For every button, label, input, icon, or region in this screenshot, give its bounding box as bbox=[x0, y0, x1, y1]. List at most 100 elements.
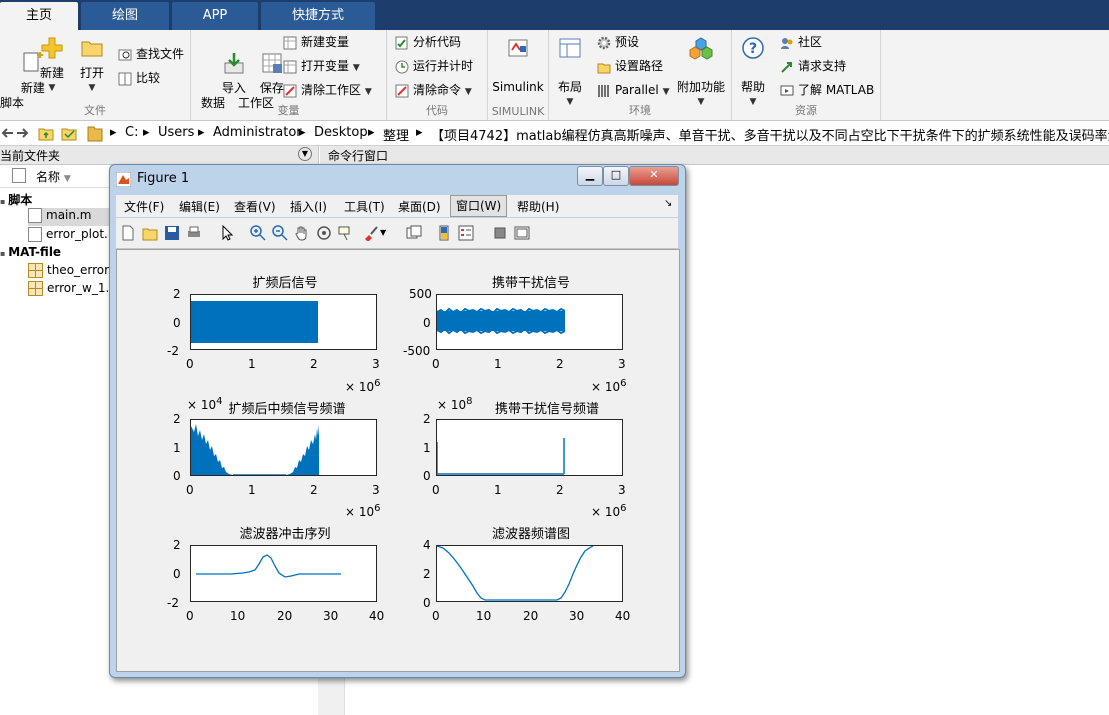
select-arrow-icon[interactable] bbox=[220, 225, 236, 241]
subplot-6-ytick: 2 bbox=[423, 567, 431, 581]
print-icon[interactable] bbox=[186, 225, 202, 241]
brush-dropdown-icon[interactable]: ▼ bbox=[380, 228, 396, 244]
breadcrumb-desktop[interactable]: Desktop bbox=[314, 125, 368, 140]
group-mat-files[interactable]: ▪ MAT-file bbox=[0, 245, 61, 259]
undock-icon[interactable]: ↘ bbox=[664, 198, 672, 209]
find-files-button[interactable]: 查找文件 bbox=[118, 44, 184, 64]
figure-toolbar: ▼ bbox=[116, 218, 678, 249]
layout-button[interactable]: 布局 ▼ bbox=[555, 36, 585, 110]
subplot-3-xtick: 2 bbox=[310, 483, 318, 497]
tab-apps[interactable]: APP bbox=[172, 2, 258, 30]
zoom-in-icon[interactable] bbox=[250, 225, 266, 241]
open-button[interactable]: 打开 ▼ bbox=[78, 36, 106, 96]
subplot-5-title: 滤波器冲击序列 bbox=[239, 527, 331, 542]
minimize-button[interactable]: ▁ bbox=[577, 166, 603, 186]
command-window-title: 命令行窗口 bbox=[328, 149, 389, 163]
rotate-3d-icon[interactable] bbox=[316, 225, 332, 241]
breadcrumb-users[interactable]: Users bbox=[158, 125, 194, 140]
show-plot-tools-icon[interactable] bbox=[514, 225, 530, 241]
insert-legend-icon[interactable] bbox=[458, 225, 474, 241]
set-path-button[interactable]: 设置路径 bbox=[597, 56, 663, 76]
menu-insert[interactable]: 插入(I) bbox=[290, 198, 327, 215]
subplot-1-axes[interactable] bbox=[190, 294, 377, 350]
hide-plot-tools-icon[interactable] bbox=[492, 225, 508, 241]
menu-edit[interactable]: 编辑(E) bbox=[179, 198, 220, 215]
section-variable: 导入 数据 保存 工作区 新建变量 打开变量 ▼ 清除工作区 ▼ 变量 bbox=[191, 30, 387, 120]
compare-button[interactable]: 比较 bbox=[118, 68, 160, 88]
subplot-5-impulse bbox=[196, 554, 341, 578]
up-folder-icon[interactable] bbox=[38, 125, 54, 141]
browse-folder-icon[interactable] bbox=[61, 125, 77, 141]
command-window-titlebar: 命令行窗口 bbox=[320, 146, 1109, 165]
clear-workspace-button[interactable]: 清除工作区 ▼ bbox=[283, 80, 372, 100]
tab-home[interactable]: 主页 bbox=[0, 2, 78, 30]
group-scripts[interactable]: ▪ 脚本 bbox=[0, 191, 32, 208]
zoom-out-icon[interactable] bbox=[272, 225, 288, 241]
subplot-3-axes[interactable] bbox=[190, 419, 377, 476]
link-plot-icon[interactable] bbox=[406, 225, 422, 241]
close-button[interactable]: ✕ bbox=[629, 166, 679, 186]
menu-view[interactable]: 查看(V) bbox=[234, 198, 276, 215]
subplot-3-xtick: 3 bbox=[372, 483, 380, 497]
subplot-4-xtick: 0 bbox=[432, 483, 440, 497]
breadcrumb-administrator[interactable]: Administrator bbox=[213, 125, 302, 140]
breadcrumb-drive[interactable]: C: bbox=[125, 125, 138, 140]
name-column-header[interactable]: 名称 ▼ bbox=[36, 168, 71, 185]
open-file-icon[interactable] bbox=[142, 225, 158, 241]
menu-file[interactable]: 文件(F) bbox=[124, 198, 164, 215]
preferences-button[interactable]: 预设 bbox=[597, 32, 639, 52]
subplot-5-axes[interactable] bbox=[190, 545, 377, 602]
help-button[interactable]: ? 帮助 ▼ bbox=[738, 36, 768, 110]
add-ons-button[interactable]: 附加功能 ▼ bbox=[677, 36, 725, 110]
open-variable-button[interactable]: 打开变量 ▼ bbox=[283, 56, 360, 76]
mat-file-icon bbox=[28, 281, 43, 296]
insert-colorbar-icon[interactable] bbox=[436, 225, 452, 241]
file-item-error-plot[interactable]: error_plot.m bbox=[28, 227, 120, 242]
subplot-5-ytick: -2 bbox=[167, 596, 179, 610]
tab-plots[interactable]: 绘图 bbox=[81, 2, 169, 30]
new-variable-icon bbox=[283, 36, 297, 49]
parallel-button[interactable]: Parallel ▼ bbox=[597, 80, 669, 100]
analyze-code-button[interactable]: 分析代码 bbox=[395, 32, 461, 52]
brush-icon[interactable] bbox=[362, 225, 378, 241]
save-icon[interactable] bbox=[164, 225, 180, 241]
forward-arrow-icon[interactable] bbox=[16, 126, 30, 140]
simulink-button[interactable]: Simulink bbox=[492, 36, 544, 95]
breadcrumb-folder[interactable]: 整理 bbox=[383, 125, 409, 144]
subplot-2-axes[interactable] bbox=[436, 294, 623, 350]
subplot-2-ytick: 500 bbox=[409, 287, 432, 301]
menu-window[interactable]: 窗口(W) bbox=[450, 195, 508, 217]
subplot-4-axes[interactable] bbox=[436, 419, 623, 476]
address-bar: ▸ C: ▸ Users ▸ Administrator ▸ Desktop ▸… bbox=[0, 121, 1109, 146]
back-arrow-icon[interactable] bbox=[0, 126, 14, 140]
pan-hand-icon[interactable] bbox=[294, 225, 310, 241]
subplot-1-xtick: 0 bbox=[186, 357, 194, 371]
data-cursor-icon[interactable] bbox=[338, 225, 354, 241]
figure-canvas[interactable]: 扩频后信号 2 0 -2 0 1 2 3 × 106 携带干扰信号 500 0 … bbox=[116, 249, 680, 672]
new-button[interactable]: 新建 ▼ bbox=[38, 36, 66, 96]
community-button[interactable]: 社区 bbox=[780, 32, 822, 52]
run-and-time-button[interactable]: 运行并计时 bbox=[395, 56, 473, 76]
breadcrumb-sep: ▸ bbox=[198, 125, 205, 140]
learn-matlab-button[interactable]: 了解 MATLAB bbox=[780, 80, 874, 100]
subplot-4-xtick: 2 bbox=[556, 483, 564, 497]
subplot-6-axes[interactable] bbox=[436, 545, 623, 602]
tab-shortcuts[interactable]: 快捷方式 bbox=[261, 2, 375, 30]
subplot-5-xtick: 20 bbox=[277, 609, 293, 623]
open-variable-icon bbox=[283, 60, 297, 73]
breadcrumb-sep: ▸ bbox=[110, 125, 117, 140]
new-variable-button[interactable]: 新建变量 bbox=[283, 32, 349, 52]
set-path-icon bbox=[597, 63, 611, 73]
menu-tools[interactable]: 工具(T) bbox=[344, 198, 385, 215]
clear-commands-button[interactable]: 清除命令 ▼ bbox=[395, 80, 472, 100]
request-support-button[interactable]: 请求支持 bbox=[780, 56, 846, 76]
menu-help[interactable]: 帮助(H) bbox=[517, 198, 559, 215]
subplot-6-freq-response bbox=[437, 546, 594, 601]
subplot-2-xtick: 0 bbox=[432, 357, 440, 371]
subplot-3-ytick: 0 bbox=[173, 469, 181, 483]
panel-actions-icon[interactable]: ▼ bbox=[298, 147, 312, 161]
maximize-button[interactable]: □ bbox=[603, 166, 629, 186]
menu-desktop[interactable]: 桌面(D) bbox=[398, 198, 441, 215]
breadcrumb-project[interactable]: 【项目4742】matlab编程仿真高斯噪声、单音干扰、多音干扰以及不同占空比下… bbox=[431, 125, 1109, 144]
new-figure-icon[interactable] bbox=[120, 225, 136, 241]
